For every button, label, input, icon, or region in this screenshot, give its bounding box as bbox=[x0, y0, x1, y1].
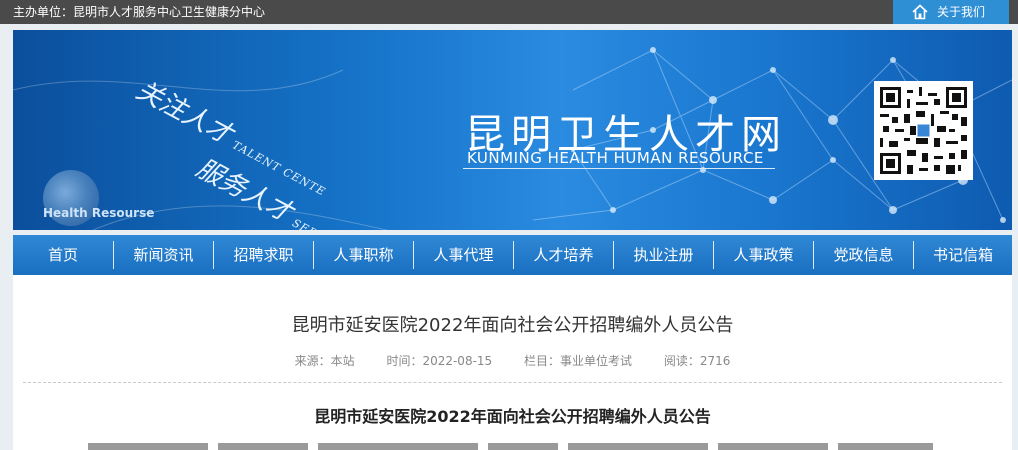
nav-item-news[interactable]: 新闻资讯 bbox=[114, 235, 213, 275]
sponsor-text: 主办单位：昆明市人才服务中心卫生健康分中心 bbox=[13, 5, 266, 19]
nav-item-mailbox[interactable]: 书记信箱 bbox=[914, 235, 1012, 275]
home-icon bbox=[912, 4, 928, 20]
nav-item-titles[interactable]: 人事职称 bbox=[314, 235, 413, 275]
main-nav: 首页 新闻资讯 招聘求职 人事职称 人事代理 人才培养 执业注册 人事政策 党政… bbox=[13, 235, 1012, 275]
about-us-label: 关于我们 bbox=[937, 5, 986, 19]
article-panel: 昆明市延安医院2022年面向社会公开招聘编外人员公告 来源：本站 时间：2022… bbox=[13, 275, 1012, 450]
nav-item-party[interactable]: 党政信息 bbox=[814, 235, 913, 275]
article-meta: 来源：本站 时间：2022-08-15 栏目：事业单位考试 阅读：2716 bbox=[13, 352, 1012, 369]
article-body-text-clipped bbox=[88, 443, 958, 450]
nav-item-recruitment[interactable]: 招聘求职 bbox=[214, 235, 313, 275]
article-title: 昆明市延安医院2022年面向社会公开招聘编外人员公告 bbox=[291, 315, 734, 336]
article-body-title: 昆明市延安医院2022年面向社会公开招聘编外人员公告 bbox=[314, 407, 711, 426]
meta-source: 来源：本站 bbox=[294, 354, 355, 368]
nav-item-training[interactable]: 人才培养 bbox=[514, 235, 613, 275]
about-us-button[interactable]: 关于我们 bbox=[893, 0, 1009, 24]
meta-column[interactable]: 栏目：事业单位考试 bbox=[524, 354, 632, 368]
qr-code-icon bbox=[874, 81, 973, 180]
title-divider bbox=[463, 168, 775, 169]
site-title-english: KUNMING HEALTH HUMAN RESOURCE bbox=[467, 149, 764, 167]
meta-views: 阅读：2716 bbox=[663, 354, 731, 368]
top-bar: 主办单位：昆明市人才服务中心卫生健康分中心 关于我们 bbox=[0, 0, 1018, 24]
nav-item-policy[interactable]: 人事政策 bbox=[714, 235, 813, 275]
nav-item-registration[interactable]: 执业注册 bbox=[614, 235, 713, 275]
nav-item-home[interactable]: 首页 bbox=[13, 235, 113, 275]
nav-item-agency[interactable]: 人事代理 bbox=[414, 235, 513, 275]
health-resource-text: Health Resourse bbox=[43, 206, 155, 220]
site-banner: 关注人才TALENT CENTE 服务人才SERVICE RESOURCES H… bbox=[13, 30, 1012, 230]
qr-code-pattern bbox=[880, 87, 967, 174]
meta-time: 时间：2022-08-15 bbox=[386, 354, 493, 368]
meta-divider bbox=[23, 382, 1002, 383]
